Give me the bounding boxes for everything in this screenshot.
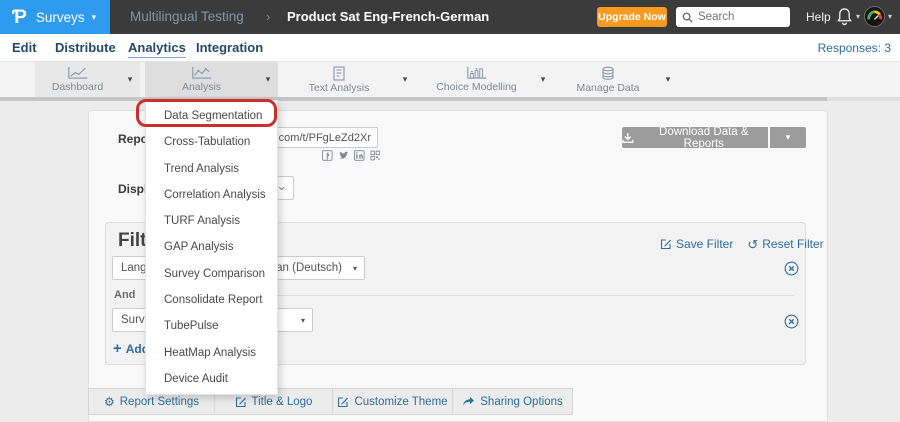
proprofs-logo-icon: Ƥ — [12, 8, 27, 27]
tab-customize-theme[interactable]: Customize Theme — [333, 388, 453, 415]
search-box[interactable] — [676, 7, 790, 27]
top-bar: Ƥ Surveys ▾ Multilingual Testing › Produ… — [0, 0, 900, 34]
tab-sharing-options[interactable]: Sharing Options — [453, 388, 573, 415]
horizontal-scrollbar-thumb[interactable] — [0, 97, 827, 101]
account-menu[interactable]: ▾ — [864, 6, 892, 27]
avatar — [864, 6, 885, 27]
analysis-chart-icon — [191, 66, 213, 80]
caret-down-icon: ▾ — [888, 12, 892, 21]
linkedin-icon[interactable] — [354, 150, 365, 161]
filter-actions: Save Filter ↺ Reset Filter — [660, 237, 824, 251]
nav-edit[interactable]: Edit — [12, 40, 37, 55]
search-icon — [682, 12, 693, 23]
breadcrumb-current-survey: Product Sat Eng-French-German — [287, 9, 489, 24]
save-filter-link[interactable]: Save Filter — [660, 237, 733, 251]
toolbar-manage-data[interactable]: Manage Data ▾ — [558, 62, 678, 97]
share-arrow-icon — [462, 396, 475, 407]
tab-label: Sharing Options — [480, 396, 562, 408]
analysis-dropdown-menu: Data Segmentation Cross-Tabulation Trend… — [145, 100, 278, 395]
breadcrumb-parent[interactable]: Multilingual Testing — [130, 9, 244, 24]
menu-item-tubepulse[interactable]: TubePulse — [146, 313, 277, 339]
caret-down-icon[interactable]: ▾ — [658, 62, 678, 97]
toolbar-label: Text Analysis — [309, 82, 370, 94]
menu-item-cross-tabulation[interactable]: Cross-Tabulation — [146, 129, 277, 155]
save-filter-label: Save Filter — [676, 237, 733, 251]
remove-filter-row2-button[interactable] — [783, 313, 799, 329]
caret-down-icon[interactable]: ▾ — [120, 62, 140, 97]
edit-square-icon — [337, 396, 349, 408]
upgrade-now-button[interactable]: Upgrade Now — [597, 7, 667, 27]
twitter-icon[interactable] — [338, 150, 349, 161]
analytics-toolbar: Dashboard ▾ Analysis ▾ Text Analysis ▾ C… — [0, 62, 900, 97]
text-analysis-doc-icon — [331, 66, 347, 81]
qr-code-icon[interactable] — [370, 150, 381, 161]
reset-filter-link[interactable]: ↺ Reset Filter — [747, 237, 823, 251]
caret-down-icon: ▾ — [92, 12, 97, 23]
database-icon — [600, 66, 616, 81]
nav-integration[interactable]: Integration — [196, 40, 263, 55]
tab-label: Report Settings — [120, 396, 199, 408]
breadcrumb-separator-icon: › — [266, 9, 270, 24]
toolbar-label: Analysis — [182, 81, 221, 93]
share-icons-row — [322, 150, 380, 161]
remove-filter-row1-button[interactable] — [783, 260, 799, 276]
search-input[interactable] — [698, 11, 778, 23]
caret-down-icon[interactable]: ▾ — [395, 62, 415, 97]
add-filter-button[interactable]: + Add — [113, 340, 149, 357]
section-nav: Edit Distribute Analytics Integration Re… — [0, 34, 900, 62]
edit-square-icon — [660, 238, 672, 250]
menu-item-turf-analysis[interactable]: TURF Analysis — [146, 208, 277, 234]
toolbar-label: Manage Data — [576, 82, 639, 94]
download-data-reports-button[interactable]: Download Data & Reports — [622, 127, 768, 148]
help-link[interactable]: Help — [806, 10, 831, 24]
choice-modelling-chart-icon — [466, 66, 488, 80]
menu-item-device-audit[interactable]: Device Audit — [146, 366, 277, 392]
download-icon — [622, 132, 634, 144]
menu-item-heatmap-analysis[interactable]: HeatMap Analysis — [146, 340, 277, 366]
responses-count[interactable]: Responses: 3 — [818, 41, 891, 55]
app-screen: Ƥ Surveys ▾ Multilingual Testing › Produ… — [0, 0, 900, 422]
download-label: Download Data & Reports — [640, 126, 768, 150]
toolbar-text-analysis[interactable]: Text Analysis ▾ — [283, 62, 415, 97]
gears-icon: ⚙ — [104, 396, 115, 408]
menu-item-trend-analysis[interactable]: Trend Analysis — [146, 156, 277, 182]
reset-filter-label: Reset Filter — [762, 237, 823, 251]
caret-down-icon: ▾ — [856, 12, 860, 21]
toolbar-choice-modelling[interactable]: Choice Modelling ▾ — [420, 62, 553, 97]
product-name: Surveys — [36, 10, 85, 25]
notifications-button[interactable]: ▾ — [836, 7, 860, 26]
tab-label: Customize Theme — [354, 396, 447, 408]
nav-distribute[interactable]: Distribute — [55, 40, 116, 55]
caret-down-icon[interactable]: ▾ — [533, 62, 553, 97]
plus-icon: + — [113, 340, 122, 357]
caret-down-icon[interactable]: ▾ — [258, 62, 278, 97]
and-operator-label: And — [114, 289, 135, 301]
edit-square-icon — [235, 396, 247, 408]
dashboard-chart-icon — [67, 66, 89, 80]
menu-item-survey-comparison[interactable]: Survey Comparison — [146, 261, 277, 287]
facebook-icon[interactable] — [322, 150, 333, 161]
nav-analytics[interactable]: Analytics — [128, 40, 186, 58]
reset-icon: ↺ — [747, 238, 758, 251]
caret-down-icon: ▾ — [353, 264, 357, 273]
download-options-caret[interactable]: ▾ — [770, 127, 806, 148]
tab-label: Title & Logo — [252, 396, 313, 408]
toolbar-analysis[interactable]: Analysis ▾ — [145, 62, 278, 97]
horizontal-scrollbar-track — [827, 97, 900, 101]
toolbar-label: Choice Modelling — [436, 81, 517, 93]
toolbar-label: Dashboard — [52, 81, 103, 93]
menu-item-consolidate-report[interactable]: Consolidate Report — [146, 287, 277, 313]
menu-item-data-segmentation[interactable]: Data Segmentation — [146, 103, 277, 129]
surveys-app-switcher[interactable]: Ƥ Surveys ▾ — [0, 0, 110, 34]
menu-item-gap-analysis[interactable]: GAP Analysis — [146, 234, 277, 260]
menu-item-correlation-analysis[interactable]: Correlation Analysis — [146, 182, 277, 208]
bell-icon — [836, 7, 853, 26]
toolbar-dashboard[interactable]: Dashboard ▾ — [35, 62, 140, 97]
caret-down-icon: ▾ — [301, 316, 305, 325]
